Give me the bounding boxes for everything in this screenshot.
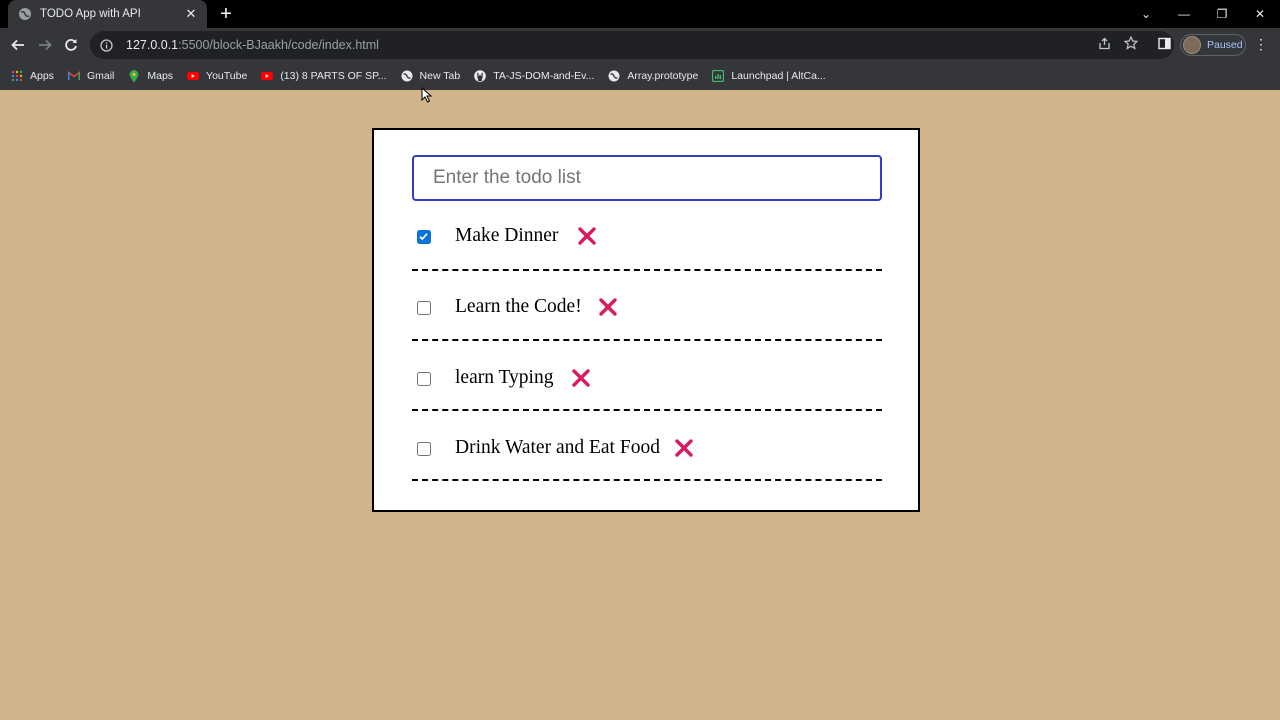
restore-button[interactable]: ❐ [1203, 0, 1241, 28]
bookmark-label: (13) 8 PARTS OF SP... [280, 70, 387, 82]
delete-x-icon[interactable] [674, 438, 694, 458]
maps-icon [128, 69, 140, 82]
profile-button[interactable]: Paused [1180, 34, 1246, 56]
apps-grid-icon [11, 70, 23, 82]
todo-input[interactable] [412, 155, 882, 201]
more-menu-icon[interactable]: ⋮ [1254, 36, 1268, 53]
bookmark-maps[interactable]: Maps [128, 69, 174, 82]
todo-card: Make Dinner Learn the Code! learn Typing… [372, 128, 920, 512]
share-icon[interactable] [1096, 35, 1112, 51]
bookmark-star-icon[interactable] [1123, 35, 1139, 51]
delete-x-icon[interactable] [577, 226, 597, 246]
youtube-icon [187, 70, 200, 82]
todo-text: Learn the Code! [455, 296, 582, 317]
todo-checkbox[interactable] [417, 230, 431, 244]
bookmark-youtube-video[interactable]: (13) 8 PARTS OF SP... [261, 70, 387, 82]
address-bar[interactable]: 127.0.0.1 :5500/block-BJaakh/code/index.… [90, 31, 1174, 59]
bookmark-apps[interactable]: Apps [11, 70, 54, 82]
bookmark-label: YouTube [206, 70, 248, 82]
browser-toolbar: 127.0.0.1 :5500/block-BJaakh/code/index.… [0, 28, 1280, 62]
bookmark-new-tab[interactable]: New Tab [401, 70, 461, 82]
bookmark-label: TA-JS-DOM-and-Ev... [493, 70, 595, 82]
todo-text: Make Dinner [455, 225, 559, 246]
bookmark-label: Gmail [86, 70, 115, 82]
youtube-icon [261, 70, 274, 82]
tab-search-icon[interactable]: ⌄ [1127, 0, 1165, 28]
delete-x-icon[interactable] [571, 368, 591, 388]
checkmark-icon [419, 233, 428, 241]
todo-checkbox[interactable] [417, 301, 431, 315]
url-host: 127.0.0.1 [126, 38, 179, 52]
back-button[interactable] [6, 33, 30, 57]
arrow-right-icon [39, 39, 52, 51]
bookmark-label: Maps [147, 70, 174, 82]
bookmark-label: New Tab [419, 70, 461, 82]
bookmark-github[interactable]: TA-JS-DOM-and-Ev... [474, 70, 594, 82]
bookmarks-bar: Apps Gmail Maps YouTube (13) 8 PARTS OF … [0, 62, 1280, 90]
todo-item: Make Dinner [412, 201, 882, 271]
github-icon [474, 70, 487, 82]
profile-status: Paused [1207, 39, 1243, 51]
gmail-icon [67, 70, 80, 82]
tab-close-icon[interactable]: ✕ [183, 6, 199, 22]
bookmark-gmail[interactable]: Gmail [67, 70, 115, 82]
globe-icon [608, 70, 620, 82]
todo-checkbox[interactable] [417, 372, 431, 386]
forward-button[interactable] [33, 33, 57, 57]
bookmark-label: Apps [30, 70, 54, 82]
tab-title: TODO App with API [40, 8, 141, 20]
bookmark-label: Launchpad | AltCa... [731, 70, 826, 82]
tab-strip: TODO App with API ✕ + ⌄ — ❐ ✕ [0, 0, 1280, 28]
delete-x-icon[interactable] [598, 297, 618, 317]
todo-item: Learn the Code! [412, 271, 882, 341]
url-path: :5500/block-BJaakh/code/index.html [178, 38, 379, 52]
new-tab-button[interactable]: + [216, 4, 236, 24]
todo-text: learn Typing [455, 367, 554, 388]
bookmark-array-prototype[interactable]: Array.prototype [608, 70, 698, 82]
globe-icon [401, 70, 413, 82]
avatar [1183, 36, 1201, 54]
reload-button[interactable] [59, 33, 83, 57]
minimize-button[interactable]: — [1165, 0, 1203, 28]
globe-icon [19, 8, 31, 20]
bookmark-youtube[interactable]: YouTube [187, 70, 247, 82]
arrow-left-icon [11, 39, 24, 51]
bookmark-label: Array.prototype [627, 70, 699, 82]
reload-icon [65, 39, 77, 51]
bookmark-launchpad[interactable]: Launchpad | AltCa... [712, 70, 826, 82]
todo-text: Drink Water and Eat Food [455, 437, 660, 458]
mouse-cursor-icon [421, 87, 433, 103]
browser-tab[interactable]: TODO App with API ✕ [8, 0, 207, 28]
side-panel-icon[interactable] [1156, 35, 1172, 51]
todo-item: learn Typing [412, 341, 882, 411]
site-info-icon[interactable] [100, 38, 113, 52]
todo-item: Drink Water and Eat Food [412, 411, 882, 481]
todo-checkbox[interactable] [417, 442, 431, 456]
close-window-button[interactable]: ✕ [1241, 0, 1279, 28]
launchpad-icon [712, 70, 725, 82]
